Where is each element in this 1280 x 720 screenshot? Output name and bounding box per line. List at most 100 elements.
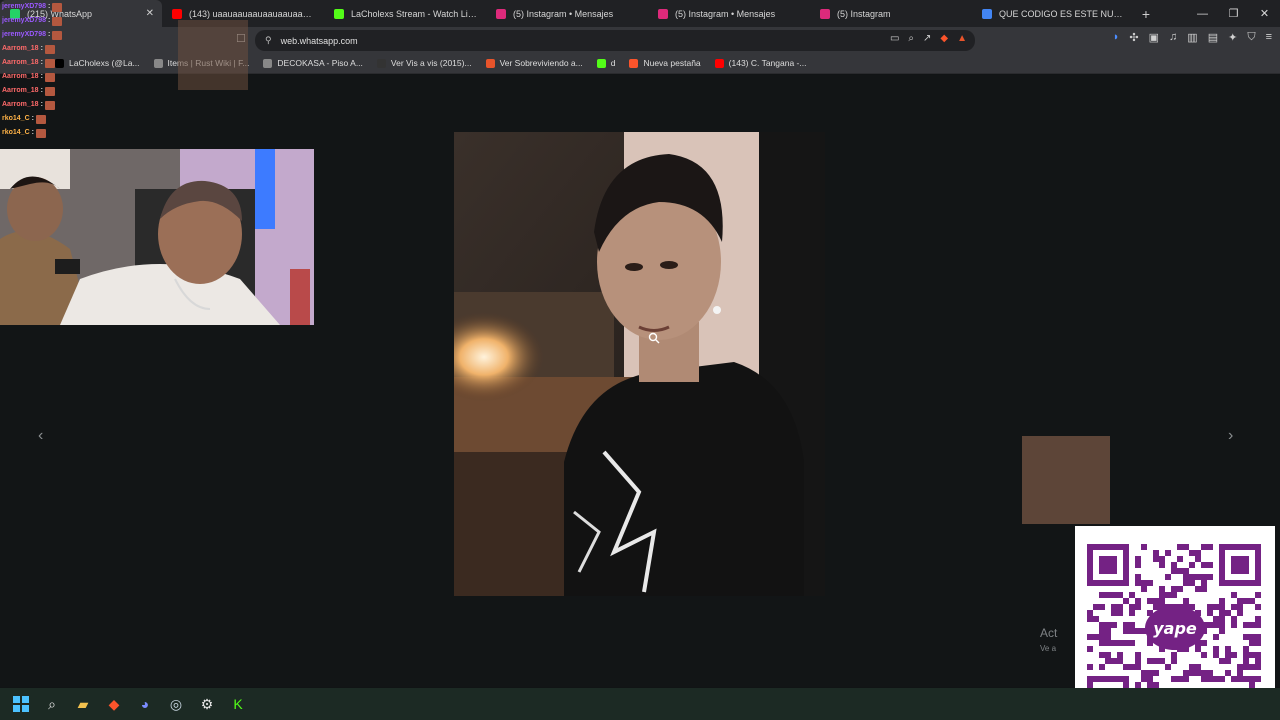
cast-icon[interactable]: ▭ bbox=[890, 33, 899, 44]
bookmark-item[interactable]: (143) C. Tangana -... bbox=[714, 58, 806, 68]
qr-module bbox=[1147, 598, 1153, 604]
tab-favicon-icon bbox=[334, 8, 344, 19]
next-media-button[interactable]: › bbox=[1228, 427, 1233, 445]
qr-module bbox=[1249, 622, 1255, 628]
settings-icon[interactable]: ⚙ bbox=[196, 693, 218, 715]
streamer-webcam bbox=[0, 149, 314, 325]
qr-module bbox=[1213, 616, 1219, 622]
qr-module bbox=[1141, 676, 1147, 682]
wallet-icon[interactable]: ▤ bbox=[1208, 31, 1218, 44]
discord-icon[interactable]: ◕ bbox=[134, 693, 156, 715]
qr-module bbox=[1189, 562, 1195, 568]
minimize-button[interactable]: — bbox=[1187, 0, 1218, 27]
qr-module bbox=[1165, 592, 1171, 598]
shield-icon[interactable]: ⛉ bbox=[1247, 31, 1255, 44]
windows-start-icon[interactable] bbox=[10, 693, 32, 715]
activate-title: Act bbox=[1040, 626, 1058, 640]
qr-module bbox=[1093, 604, 1099, 610]
qr-finder-pattern bbox=[1099, 556, 1117, 574]
stream-chat: jeremyXD798: jeremyXD798: jeremyXD798: Aarr… bbox=[2, 0, 72, 140]
chat-username: Aarrom_18 bbox=[2, 59, 39, 66]
qr-module bbox=[1231, 616, 1237, 622]
qr-module bbox=[1189, 574, 1195, 580]
zoom-icon[interactable]: ⌕ bbox=[908, 33, 914, 44]
address-bar[interactable]: ⚲ web.whatsapp.com ▭ ⌕ ↗ ◆ ▲ bbox=[255, 30, 975, 51]
browser-tab[interactable]: (5) Instagram • Mensajes bbox=[648, 0, 810, 27]
qr-module bbox=[1153, 556, 1159, 562]
yape-logo-text: yape bbox=[1153, 619, 1197, 638]
screenshot-icon[interactable]: ▣ bbox=[1149, 31, 1159, 44]
qr-module bbox=[1183, 670, 1189, 676]
file-explorer-icon[interactable]: ▰ bbox=[72, 693, 94, 715]
chat-separator: : bbox=[40, 59, 43, 66]
bookmark-item[interactable]: DECOKASA - Piso A... bbox=[263, 58, 363, 68]
share-icon[interactable]: ↗ bbox=[923, 33, 931, 44]
brave-shields-icon[interactable]: ◆ bbox=[940, 33, 948, 44]
steam-icon[interactable]: ◎ bbox=[165, 693, 187, 715]
address-text: web.whatsapp.com bbox=[280, 35, 358, 46]
menu-icon[interactable]: ≡ bbox=[1266, 31, 1272, 44]
media-icon[interactable]: ♫ bbox=[1169, 31, 1177, 44]
new-tab-button[interactable]: + bbox=[1134, 0, 1158, 27]
qr-module bbox=[1255, 676, 1261, 682]
bookmark-label: LaCholexs (@La... bbox=[69, 58, 140, 68]
restore-button[interactable]: ❐ bbox=[1218, 0, 1249, 27]
media-photo[interactable] bbox=[454, 132, 825, 596]
browser-tab[interactable]: QUE CODIGO ES ESTE NUMERO +5 bbox=[972, 0, 1134, 27]
qr-module bbox=[1171, 562, 1177, 568]
previous-media-button[interactable]: ‹ bbox=[38, 427, 43, 445]
brave-rewards-icon[interactable]: ▲ bbox=[957, 33, 967, 44]
bookmark-item[interactable]: Nueva pestaña bbox=[629, 58, 701, 68]
browser-tab[interactable]: LaCholexs Stream - Watch Live on Ki bbox=[324, 0, 486, 27]
qr-module bbox=[1153, 550, 1159, 556]
qr-module bbox=[1207, 604, 1213, 610]
search-icon[interactable]: ⌕ bbox=[41, 693, 63, 715]
leo-icon[interactable]: ✦ bbox=[1228, 31, 1237, 44]
close-tab-icon[interactable]: ✕ bbox=[146, 8, 154, 19]
tab-title: LaCholexs Stream - Watch Live on Ki bbox=[351, 8, 478, 19]
close-window-button[interactable]: ✕ bbox=[1249, 0, 1280, 27]
qr-module bbox=[1195, 646, 1201, 652]
qr-module bbox=[1237, 598, 1243, 604]
sidebar-icon[interactable]: ▥ bbox=[1187, 31, 1197, 44]
qr-module bbox=[1105, 652, 1111, 658]
qr-module bbox=[1099, 592, 1105, 598]
qr-module bbox=[1213, 652, 1219, 658]
kick-icon[interactable]: K bbox=[227, 693, 249, 715]
vpn-icon[interactable]: ◗ bbox=[1113, 31, 1120, 44]
bookmark-label: d bbox=[610, 58, 616, 68]
qr-module bbox=[1207, 562, 1213, 568]
qr-module bbox=[1219, 658, 1225, 664]
chat-separator: : bbox=[47, 3, 51, 10]
qr-module bbox=[1153, 604, 1159, 610]
browser-tab[interactable]: (5) Instagram • Mensajes bbox=[486, 0, 648, 27]
qr-module bbox=[1213, 604, 1219, 610]
qr-module bbox=[1105, 634, 1111, 640]
qr-module bbox=[1159, 592, 1165, 598]
activate-subtitle: Ve a bbox=[1040, 644, 1057, 653]
extensions-icon[interactable]: ✣ bbox=[1129, 31, 1138, 44]
zoom-cursor-icon bbox=[648, 332, 660, 344]
qr-module bbox=[1195, 586, 1201, 592]
chat-emote-icon bbox=[44, 58, 55, 68]
qr-module bbox=[1153, 670, 1159, 676]
activate-windows-watermark: Act Ve a bbox=[1040, 626, 1057, 656]
brave-browser-icon[interactable]: ◆ bbox=[103, 693, 125, 715]
qr-module bbox=[1243, 646, 1249, 652]
chat-separator: : bbox=[40, 101, 43, 108]
qr-module bbox=[1087, 610, 1093, 616]
tab-favicon-icon bbox=[658, 8, 668, 19]
qr-module bbox=[1135, 652, 1141, 658]
browser-tab[interactable]: (5) Instagram bbox=[810, 0, 972, 27]
webcam-image bbox=[0, 149, 314, 325]
qr-module bbox=[1183, 598, 1189, 604]
bookmark-item[interactable]: d bbox=[596, 58, 616, 68]
qr-module bbox=[1141, 670, 1147, 676]
site-info-icon[interactable]: ⚲ bbox=[265, 35, 272, 46]
chat-separator: : bbox=[40, 73, 43, 80]
bookmark-item[interactable]: Ver Vis a vis (2015)... bbox=[376, 58, 472, 68]
bookmark-item[interactable]: Ver Sobreviviendo a... bbox=[485, 58, 583, 68]
chat-message: Aarrom_18: bbox=[2, 84, 72, 98]
qr-module bbox=[1219, 628, 1225, 634]
qr-module bbox=[1231, 622, 1237, 628]
